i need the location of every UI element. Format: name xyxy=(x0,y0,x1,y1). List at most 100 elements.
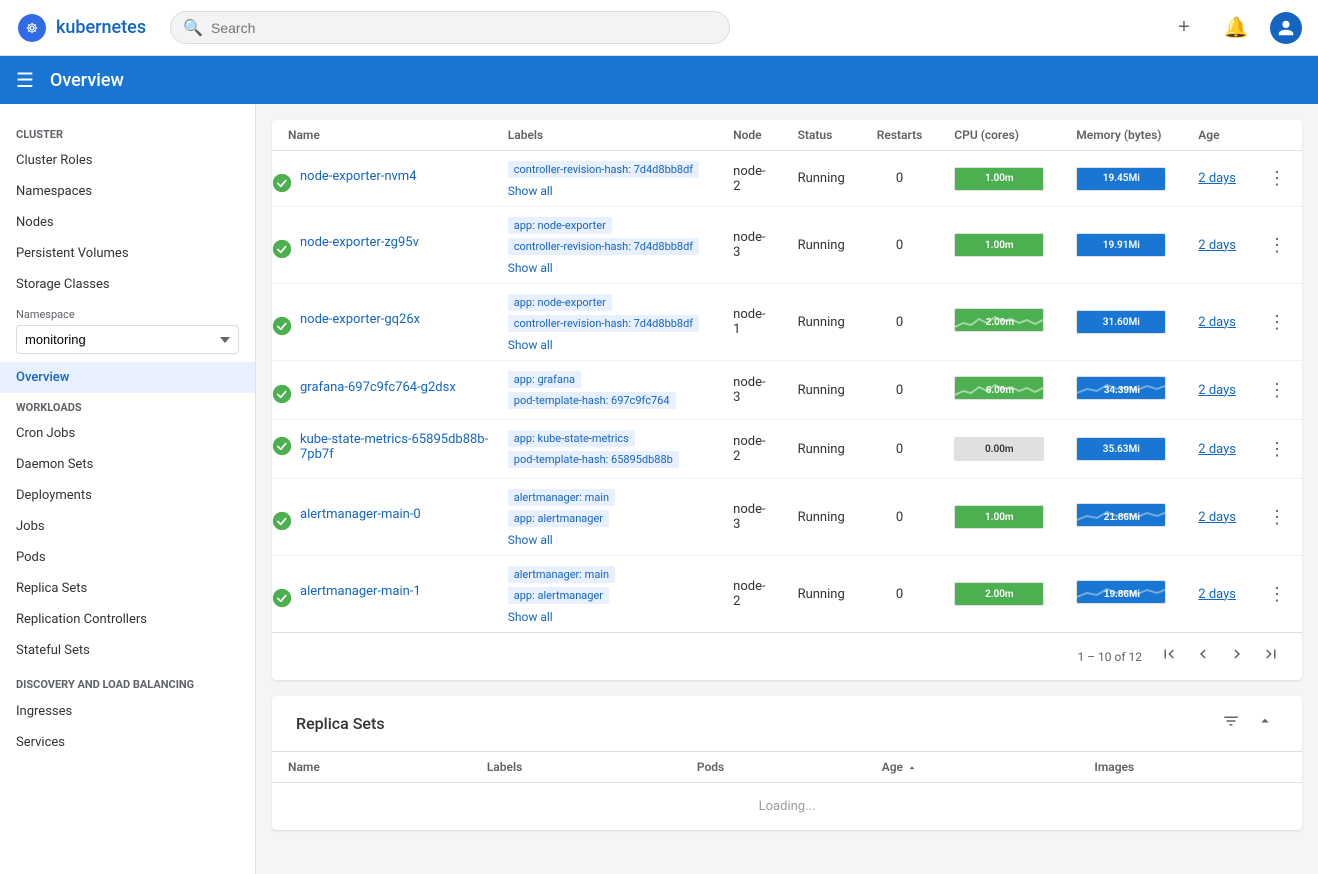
sidebar-item-nodes[interactable]: Nodes xyxy=(0,207,255,238)
label-badge: pod-template-hash: 697c9fc764 xyxy=(508,392,676,409)
label-badge: app: grafana xyxy=(508,371,581,388)
sidebar-item-jobs[interactable]: Jobs xyxy=(0,511,255,542)
pagination-prev[interactable] xyxy=(1188,641,1218,672)
pod-status-icon xyxy=(272,316,292,340)
namespace-selector-wrap: Namespace monitoring xyxy=(0,300,255,362)
pagination-first[interactable] xyxy=(1154,641,1184,672)
age-cell[interactable]: 2 days xyxy=(1182,284,1252,361)
label-badge: controller-revision-hash: 7d4d8bb8df xyxy=(508,161,699,178)
sidebar-item-services[interactable]: Services xyxy=(0,727,255,758)
show-all-link[interactable]: Show all xyxy=(508,261,701,275)
pod-name-link[interactable]: node-exporter-zg95v xyxy=(300,235,492,250)
pod-row: alertmanager-main-0 xyxy=(272,499,492,535)
pagination-next[interactable] xyxy=(1222,641,1252,672)
top-navigation: ☸ kubernetes 🔍 + 🔔 xyxy=(0,0,1318,56)
search-input[interactable] xyxy=(211,20,717,36)
pod-name-link[interactable]: grafana-697c9fc764-g2dsx xyxy=(300,380,492,395)
pod-info: kube-state-metrics-65895db88b-7pb7f xyxy=(300,424,492,474)
rs-col-name: Name xyxy=(272,752,471,783)
replica-sets-actions xyxy=(1218,708,1278,739)
replica-sets-filter-btn[interactable] xyxy=(1218,708,1244,739)
pod-row: grafana-697c9fc764-g2dsx xyxy=(272,372,492,408)
row-more-button[interactable]: ⋮ xyxy=(1260,376,1294,405)
age-cell[interactable]: 2 days xyxy=(1182,361,1252,420)
sidebar-item-overview[interactable]: Overview xyxy=(0,362,255,393)
labels-cell: app: kube-state-metricspod-template-hash… xyxy=(492,420,717,479)
pagination: 1 – 10 of 12 xyxy=(272,632,1302,680)
show-all-link[interactable]: Show all xyxy=(508,610,701,624)
pod-status-icon xyxy=(272,436,292,460)
table-row: grafana-697c9fc764-g2dsx app: grafana pod… xyxy=(272,361,1302,420)
age-cell[interactable]: 2 days xyxy=(1182,479,1252,556)
show-all-link[interactable]: Show all xyxy=(508,184,701,198)
row-more-button[interactable]: ⋮ xyxy=(1260,164,1294,193)
age-cell[interactable]: 2 days xyxy=(1182,207,1252,284)
label-badge: alertmanager: main xyxy=(508,566,615,583)
row-more-button[interactable]: ⋮ xyxy=(1260,503,1294,532)
pod-row: node-exporter-zg95v xyxy=(272,227,492,263)
pod-name-link[interactable]: node-exporter-nvm4 xyxy=(300,169,492,184)
pod-info: alertmanager-main-1 xyxy=(300,576,492,611)
row-more-button[interactable]: ⋮ xyxy=(1260,231,1294,260)
sidebar-item-replica-sets[interactable]: Replica Sets xyxy=(0,573,255,604)
svg-text:☸: ☸ xyxy=(26,20,39,36)
namespace-select[interactable]: monitoring xyxy=(16,325,239,354)
sidebar-item-namespaces[interactable]: Namespaces xyxy=(0,176,255,207)
pod-row: kube-state-metrics-65895db88b-7pb7f xyxy=(272,424,492,474)
svg-text:2.00m: 2.00m xyxy=(986,317,1014,328)
pod-status-icon xyxy=(272,173,292,197)
replica-sets-collapse-btn[interactable] xyxy=(1252,708,1278,739)
cpu-cell: 1.00m xyxy=(938,151,1060,207)
table-row: node-exporter-zg95v app: node-exporterco… xyxy=(272,207,1302,284)
pod-name-link[interactable]: kube-state-metrics-65895db88b-7pb7f xyxy=(300,432,492,462)
rs-col-images: Images xyxy=(1078,752,1302,783)
labels-cell: alertmanager: mainapp: alertmanagerShow … xyxy=(492,479,717,556)
row-more-button[interactable]: ⋮ xyxy=(1260,580,1294,609)
table-row: alertmanager-main-1 alertmanager: mainap… xyxy=(272,556,1302,633)
sidebar-item-ingresses[interactable]: Ingresses xyxy=(0,696,255,727)
sidebar-item-deployments[interactable]: Deployments xyxy=(0,480,255,511)
pod-name-link[interactable]: alertmanager-main-0 xyxy=(300,507,492,522)
svg-text:34.39Mi: 34.39Mi xyxy=(1104,385,1140,396)
age-cell[interactable]: 2 days xyxy=(1182,420,1252,479)
show-all-link[interactable]: Show all xyxy=(508,338,701,352)
col-cpu: CPU (cores) xyxy=(938,120,1060,151)
age-cell[interactable]: 2 days xyxy=(1182,151,1252,207)
sidebar-item-storage-classes[interactable]: Storage Classes xyxy=(0,269,255,300)
pod-status-icon xyxy=(272,239,292,263)
table-row: alertmanager-main-0 alertmanager: mainap… xyxy=(272,479,1302,556)
pod-status-icon xyxy=(272,384,292,408)
sidebar-item-persistent-volumes[interactable]: Persistent Volumes xyxy=(0,238,255,269)
restarts-cell: 0 xyxy=(861,420,939,479)
sidebar-item-stateful-sets[interactable]: Stateful Sets xyxy=(0,635,255,666)
sidebar-item-replication-controllers[interactable]: Replication Controllers xyxy=(0,604,255,635)
row-more-button[interactable]: ⋮ xyxy=(1260,308,1294,337)
age-cell[interactable]: 2 days xyxy=(1182,556,1252,633)
status-cell: Running xyxy=(782,284,861,361)
status-cell: Running xyxy=(782,361,861,420)
pod-name-link[interactable]: node-exporter-gq26x xyxy=(300,312,492,327)
col-status: Status xyxy=(782,120,861,151)
sidebar-item-daemon-sets[interactable]: Daemon Sets xyxy=(0,449,255,480)
logo-link[interactable]: ☸ kubernetes xyxy=(16,12,146,44)
sidebar-item-pods[interactable]: Pods xyxy=(0,542,255,573)
sidebar-item-cluster-roles[interactable]: Cluster Roles xyxy=(0,145,255,176)
search-bar[interactable]: 🔍 xyxy=(170,11,730,44)
show-all-link[interactable]: Show all xyxy=(508,533,701,547)
notifications-button[interactable]: 🔔 xyxy=(1218,10,1254,46)
sidebar-item-cron-jobs[interactable]: Cron Jobs xyxy=(0,418,255,449)
row-more-button[interactable]: ⋮ xyxy=(1260,435,1294,464)
memory-cell: 21.86Mi xyxy=(1060,479,1182,556)
avatar[interactable] xyxy=(1270,12,1302,44)
pod-status-icon xyxy=(272,511,292,535)
cpu-cell: 6.00m xyxy=(938,361,1060,420)
labels-cell: app: grafana pod-template-hash: 697c9fc76… xyxy=(492,361,717,420)
svg-text:19.86Mi: 19.86Mi xyxy=(1104,589,1140,600)
add-button[interactable]: + xyxy=(1166,10,1202,46)
col-labels: Labels xyxy=(492,120,717,151)
pod-name-link[interactable]: alertmanager-main-1 xyxy=(300,584,492,599)
menu-button[interactable]: ☰ xyxy=(16,68,34,93)
memory-cell: 19.86Mi xyxy=(1060,556,1182,633)
label-badge: controller-revision-hash: 7d4d8bb8df xyxy=(508,315,699,332)
pagination-last[interactable] xyxy=(1256,641,1286,672)
